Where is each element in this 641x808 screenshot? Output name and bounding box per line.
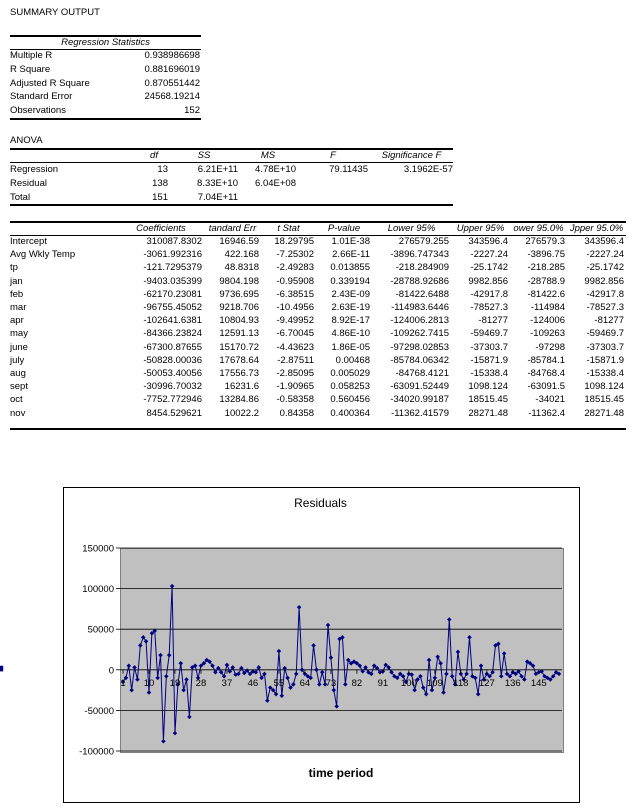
data-point xyxy=(158,652,163,658)
data-point xyxy=(311,643,316,648)
data-point xyxy=(464,671,469,677)
table-rule-header xyxy=(10,49,201,50)
data-point xyxy=(132,665,137,670)
data-point xyxy=(421,685,426,690)
table-rule-bottom xyxy=(10,428,626,430)
x-tick-label: 46 xyxy=(248,678,259,689)
table-rule-top xyxy=(10,35,201,37)
data-point xyxy=(161,738,166,744)
x-tick-label: 127 xyxy=(479,678,495,689)
data-point xyxy=(426,657,432,663)
table-rule-header xyxy=(10,162,453,163)
data-point xyxy=(438,661,443,666)
data-point xyxy=(126,663,132,669)
data-point xyxy=(129,687,134,693)
data-point xyxy=(467,635,472,640)
data-point xyxy=(155,675,160,681)
x-tick-label: 10 xyxy=(144,678,155,689)
data-point xyxy=(166,652,172,658)
table-rule-header xyxy=(10,235,626,236)
data-point xyxy=(135,677,140,682)
data-point xyxy=(265,698,270,703)
data-point xyxy=(475,691,481,697)
data-point xyxy=(279,693,285,699)
chart-svg: 150000 100000 50000 0 -50000 -100000 1 10 19 28 37… xyxy=(0,544,562,758)
x-tick-label: 64 xyxy=(300,678,311,689)
data-point xyxy=(455,649,461,655)
data-point xyxy=(181,687,186,693)
data-point xyxy=(317,682,322,687)
table-rule-top xyxy=(10,148,453,150)
data-point xyxy=(169,583,175,589)
table-rule-top xyxy=(10,221,626,223)
y-tick-label: 0 xyxy=(109,665,114,676)
y-tick-label: -100000 xyxy=(79,747,114,758)
data-point xyxy=(178,661,184,666)
data-point xyxy=(444,671,449,677)
table-rule-bottom xyxy=(10,118,201,120)
table-rule-bottom xyxy=(10,204,453,206)
x-tick-label: 1 xyxy=(120,678,125,689)
x-tick-label: 82 xyxy=(352,678,363,689)
data-point xyxy=(478,663,484,669)
data-point xyxy=(184,677,189,682)
y-tick-label: 100000 xyxy=(82,584,114,595)
x-tick-label: 118 xyxy=(453,678,468,689)
x-tick-label: 19 xyxy=(170,678,181,689)
data-point xyxy=(319,669,325,675)
data-point xyxy=(314,667,319,673)
data-point xyxy=(285,675,290,681)
data-point xyxy=(325,622,331,628)
data-point xyxy=(172,730,178,736)
data-point xyxy=(146,690,152,695)
data-point xyxy=(256,665,261,670)
x-tick-label: 109 xyxy=(427,678,443,689)
data-point xyxy=(435,654,440,660)
x-tick-label: 55 xyxy=(274,678,285,689)
x-tick-label: 136 xyxy=(505,678,521,689)
data-point xyxy=(328,655,334,660)
x-tick-label: 100 xyxy=(401,678,417,689)
data-point xyxy=(447,617,452,622)
y-tick-label: -50000 xyxy=(84,706,114,717)
data-point xyxy=(164,674,169,679)
data-point xyxy=(224,662,230,668)
x-tick-label: 37 xyxy=(222,678,233,689)
data-point xyxy=(296,605,302,610)
data-point xyxy=(423,691,429,697)
y-tick-label: 150000 xyxy=(82,544,114,555)
x-tick-label: 28 xyxy=(196,678,207,689)
data-point xyxy=(0,665,4,669)
data-point xyxy=(343,682,348,687)
data-point xyxy=(498,674,504,679)
data-point xyxy=(187,714,192,720)
data-point xyxy=(276,648,282,654)
data-point xyxy=(501,651,507,656)
data-point xyxy=(334,704,339,709)
x-axis-label: time period xyxy=(308,766,374,780)
y-tick-label: 50000 xyxy=(88,625,114,636)
data-point xyxy=(138,643,143,648)
x-tick-label: 73 xyxy=(326,678,337,689)
x-tick-label: 145 xyxy=(531,678,547,689)
data-point xyxy=(441,690,446,695)
x-tick-label: 91 xyxy=(378,678,389,689)
data-point xyxy=(293,671,299,677)
